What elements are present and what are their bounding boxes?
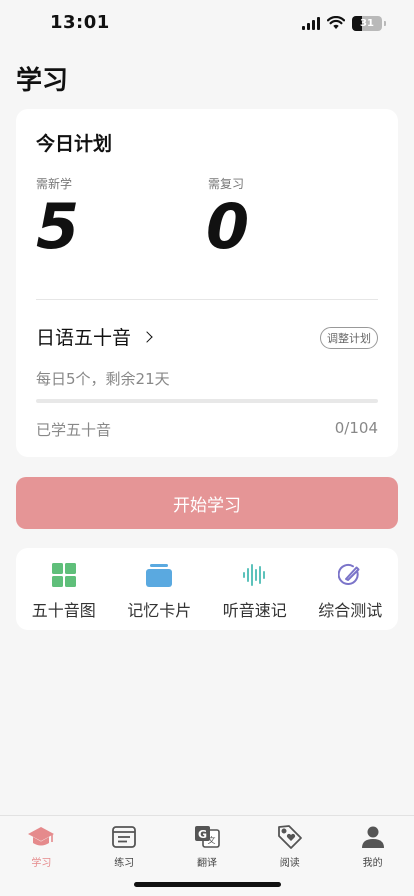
learned-label: 已学五十音 bbox=[36, 421, 112, 439]
new-value: 5 bbox=[36, 190, 80, 263]
status-icons: 31 bbox=[302, 15, 386, 31]
chevron-right-icon bbox=[141, 330, 153, 343]
tab-label: 阅读 bbox=[279, 858, 300, 869]
tool-label: 五十音图 bbox=[31, 601, 96, 620]
progress-bar bbox=[36, 399, 378, 403]
tab-bar: 学习 练习 G 文 翻译 阅读 我的 bbox=[0, 815, 414, 896]
course-link[interactable]: 日语五十音 bbox=[36, 323, 153, 350]
learned-count: 0/104 bbox=[334, 419, 378, 437]
tab-study[interactable]: 学习 bbox=[0, 816, 83, 896]
cards-icon bbox=[146, 562, 173, 588]
graduation-cap-icon bbox=[27, 823, 55, 851]
practice-doc-icon bbox=[110, 823, 138, 851]
tab-label: 我的 bbox=[362, 858, 383, 869]
waveform-icon bbox=[242, 562, 268, 588]
battery-icon: 31 bbox=[352, 15, 386, 31]
tool-flashcards[interactable]: 记忆卡片 bbox=[112, 548, 208, 630]
tab-label: 学习 bbox=[31, 858, 52, 869]
tool-listening[interactable]: 听音速记 bbox=[207, 548, 303, 630]
adjust-plan-button[interactable]: 调整计划 bbox=[320, 327, 378, 349]
plan-title: 今日计划 bbox=[36, 133, 113, 155]
daily-info: 每日5个，剩余21天 bbox=[36, 370, 170, 388]
translate-icon: G 文 bbox=[193, 823, 221, 851]
tab-mine[interactable]: 我的 bbox=[331, 816, 414, 896]
battery-level: 31 bbox=[360, 17, 374, 29]
grid-icon bbox=[51, 562, 77, 588]
tool-comprehensive-test[interactable]: 综合测试 bbox=[303, 548, 399, 630]
course-name: 日语五十音 bbox=[36, 327, 132, 349]
tag-heart-icon bbox=[276, 823, 304, 851]
tool-kana-chart[interactable]: 五十音图 bbox=[16, 548, 112, 630]
home-indicator bbox=[134, 882, 281, 887]
today-plan-card: 今日计划 需新学 5 需复习 0 日语五十音 调整计划 每日5个，剩余21天 已… bbox=[16, 109, 398, 457]
tools-card: 五十音图 记忆卡片 听音速记 综合测试 bbox=[16, 548, 398, 630]
tab-label: 翻译 bbox=[196, 858, 217, 869]
page-title: 学习 bbox=[16, 66, 69, 96]
divider bbox=[36, 299, 378, 300]
test-pen-icon bbox=[337, 562, 363, 588]
tool-label: 记忆卡片 bbox=[127, 601, 192, 620]
tab-label: 练习 bbox=[114, 858, 135, 869]
svg-text:G: G bbox=[198, 828, 207, 841]
review-value: 0 bbox=[206, 190, 250, 263]
person-icon bbox=[359, 823, 387, 851]
status-time: 13:01 bbox=[50, 12, 110, 33]
status-bar: 13:01 31 bbox=[0, 0, 414, 48]
wifi-icon bbox=[327, 16, 345, 29]
cellular-signal-icon bbox=[302, 16, 320, 30]
svg-text:文: 文 bbox=[207, 835, 215, 845]
tool-label: 综合测试 bbox=[318, 601, 383, 620]
start-learning-button[interactable]: 开始学习 bbox=[16, 477, 398, 529]
tool-label: 听音速记 bbox=[222, 601, 287, 620]
